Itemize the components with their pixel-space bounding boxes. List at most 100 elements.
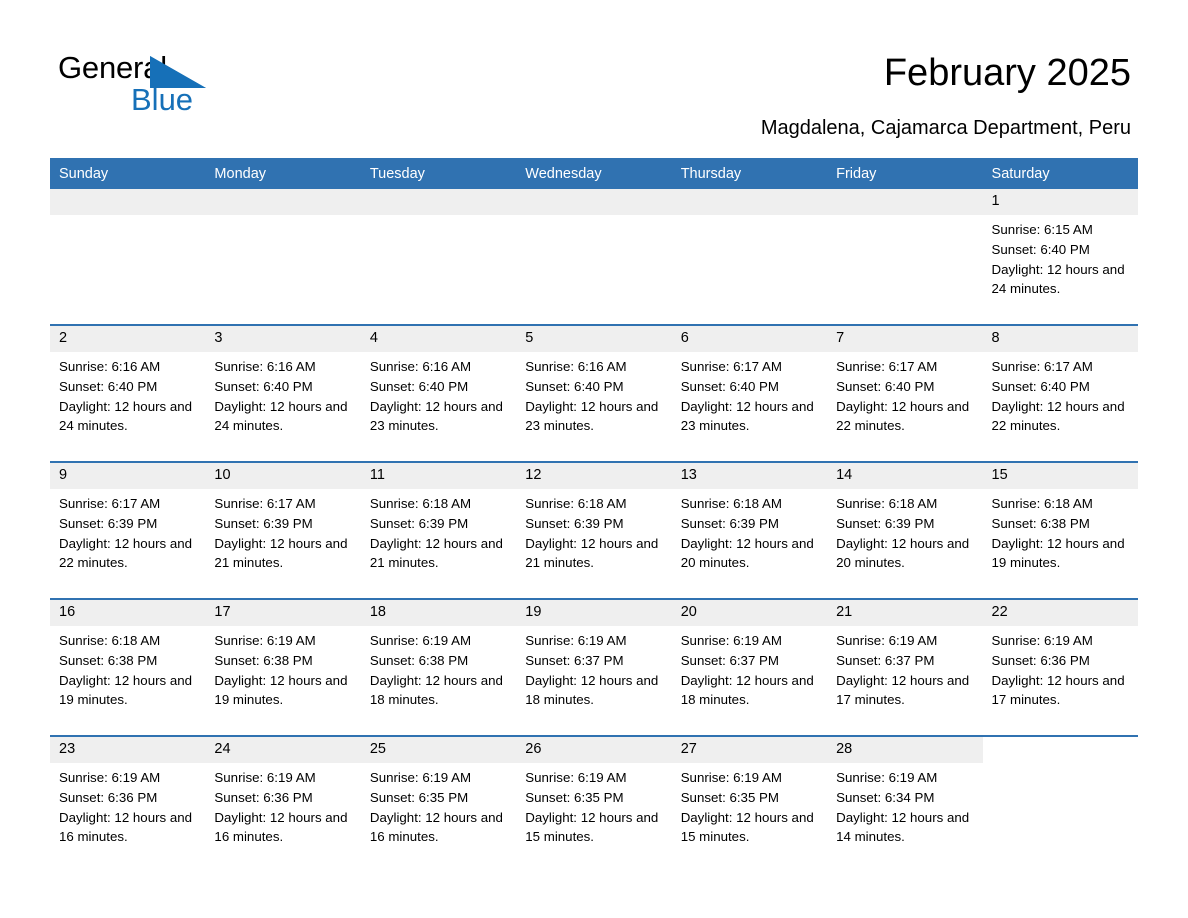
calendar-day-cell[interactable]: 22 Sunrise: 6:19 AM Sunset: 6:36 PM Dayligh…	[982, 598, 1138, 736]
calendar-day-cell[interactable]: 6 Sunrise: 6:17 AM Sunset: 6:40 PM Daylight…	[671, 324, 828, 462]
day-number: 10	[205, 463, 361, 489]
calendar-day-cell[interactable]: 10 Sunrise: 6:17 AM Sunset: 6:39 PM Dayligh…	[205, 461, 361, 599]
day-info: Sunrise: 6:19 AM Sunset: 6:38 PM Daylight:…	[205, 626, 360, 710]
sunrise-text: Sunrise: 6:16 AM	[59, 359, 161, 374]
general-blue-logo[interactable]: General Blue	[58, 50, 308, 130]
calendar-day-cell[interactable]: 18 Sunrise: 6:19 AM Sunset: 6:38 PM Dayligh…	[360, 598, 517, 736]
calendar-day-cell[interactable]: 28 Sunrise: 6:19 AM Sunset: 6:34 PM Dayligh…	[827, 735, 983, 872]
sunrise-text: Sunrise: 6:19 AM	[991, 633, 1093, 648]
sunrise-text: Sunrise: 6:19 AM	[59, 770, 161, 785]
calendar-day-cell[interactable]: 8 Sunrise: 6:17 AM Sunset: 6:40 PM Daylight…	[982, 324, 1138, 462]
sunrise-text: Sunrise: 6:17 AM	[991, 359, 1093, 374]
calendar-day-cell[interactable]: 15 Sunrise: 6:18 AM Sunset: 6:38 PM Dayligh…	[982, 461, 1138, 599]
calendar-body: 1 Sunrise: 6:15 AM Sunset: 6:40 PM Daylight…	[50, 189, 1138, 872]
day-info: Sunrise: 6:16 AM Sunset: 6:40 PM Daylight:…	[516, 352, 671, 436]
calendar-day-cell[interactable]: 14 Sunrise: 6:18 AM Sunset: 6:39 PM Dayligh…	[827, 461, 983, 599]
calendar-day-cell[interactable]: 23 Sunrise: 6:19 AM Sunset: 6:36 PM Dayligh…	[50, 735, 206, 872]
sunrise-text: Sunrise: 6:19 AM	[214, 633, 316, 648]
page-subtitle: Magdalena, Cajamarca Department, Peru	[760, 117, 1131, 139]
daylight-text: Daylight: 12 hours and 22 minutes.	[991, 398, 1125, 434]
calendar-day-cell[interactable]: 21 Sunrise: 6:19 AM Sunset: 6:37 PM Dayligh…	[827, 598, 983, 736]
sunset-text: Sunset: 6:39 PM	[369, 515, 469, 531]
sunrise-text: Sunrise: 6:18 AM	[991, 496, 1093, 511]
calendar-day-cell[interactable]: 11 Sunrise: 6:18 AM Sunset: 6:39 PM Dayligh…	[360, 461, 517, 599]
calendar-day-cell[interactable]: 1 Sunrise: 6:15 AM Sunset: 6:40 PM Daylight…	[982, 189, 1138, 325]
daylight-text: Daylight: 12 hours and 16 minutes.	[59, 809, 193, 845]
calendar-day-cell[interactable]: 2 Sunrise: 6:16 AM Sunset: 6:40 PM Daylight…	[50, 324, 206, 462]
weekday-header-tuesday: Tuesday	[360, 158, 517, 189]
day-number: 16	[50, 600, 206, 626]
day-info: Sunrise: 6:18 AM Sunset: 6:39 PM Daylight:…	[672, 489, 827, 573]
calendar-container: Sunday Monday Tuesday Wednesday Thursday Frid…	[50, 158, 1138, 872]
calendar-day-cell[interactable]: 20 Sunrise: 6:19 AM Sunset: 6:37 PM Dayligh…	[671, 598, 828, 736]
day-number: 17	[205, 600, 361, 626]
sunset-text: Sunset: 6:40 PM	[214, 378, 313, 394]
sunset-text: Sunset: 6:36 PM	[214, 789, 313, 805]
day-number: 1	[982, 189, 1138, 215]
daylight-text: Daylight: 12 hours and 20 minutes.	[680, 535, 814, 571]
calendar-week-row: 9 Sunrise: 6:17 AM Sunset: 6:39 PM Daylight…	[50, 461, 1138, 599]
calendar-day-cell[interactable]: 9 Sunrise: 6:17 AM Sunset: 6:39 PM Daylight…	[50, 461, 206, 599]
sunset-text: Sunset: 6:38 PM	[369, 652, 469, 668]
sunset-text: Sunset: 6:40 PM	[680, 378, 779, 394]
day-number: 22	[982, 600, 1138, 626]
daylight-text: Daylight: 12 hours and 23 minutes.	[369, 398, 503, 434]
calendar-empty-cell	[516, 189, 672, 325]
calendar-day-cell[interactable]: 16 Sunrise: 6:18 AM Sunset: 6:38 PM Dayligh…	[50, 598, 206, 736]
calendar-empty-cell	[671, 189, 828, 325]
calendar-day-cell[interactable]: 27 Sunrise: 6:19 AM Sunset: 6:35 PM Dayligh…	[671, 735, 828, 872]
calendar-day-cell[interactable]: 17 Sunrise: 6:19 AM Sunset: 6:38 PM Dayligh…	[205, 598, 361, 736]
sunrise-text: Sunrise: 6:19 AM	[214, 770, 316, 785]
calendar-table: Sunday Monday Tuesday Wednesday Thursday Frid…	[50, 158, 1138, 872]
calendar-day-cell[interactable]: 4 Sunrise: 6:16 AM Sunset: 6:40 PM Daylight…	[360, 324, 517, 462]
calendar-day-cell[interactable]: 13 Sunrise: 6:18 AM Sunset: 6:39 PM Dayligh…	[671, 461, 828, 599]
calendar-day-cell[interactable]: 25 Sunrise: 6:19 AM Sunset: 6:35 PM Dayligh…	[360, 735, 517, 872]
calendar-day-cell[interactable]: 3 Sunrise: 6:16 AM Sunset: 6:40 PM Daylight…	[205, 324, 361, 462]
daylight-text: Daylight: 12 hours and 21 minutes.	[369, 535, 503, 571]
daylight-text: Daylight: 12 hours and 21 minutes.	[214, 535, 348, 571]
daylight-text: Daylight: 12 hours and 24 minutes.	[991, 261, 1125, 297]
daylight-text: Daylight: 12 hours and 23 minutes.	[525, 398, 659, 434]
day-number-placeholder	[205, 189, 361, 215]
calendar-empty-cell	[360, 189, 517, 325]
calendar-week-row: 23 Sunrise: 6:19 AM Sunset: 6:36 PM Dayligh…	[50, 735, 1138, 872]
weekday-header-thursday: Thursday	[671, 158, 828, 189]
day-number: 14	[827, 463, 983, 489]
day-info: Sunrise: 6:15 AM Sunset: 6:40 PM Daylight:…	[983, 215, 1138, 299]
day-info: Sunrise: 6:19 AM Sunset: 6:35 PM Daylight:…	[672, 763, 827, 847]
calendar-day-cell[interactable]: 12 Sunrise: 6:18 AM Sunset: 6:39 PM Dayligh…	[516, 461, 672, 599]
daylight-text: Daylight: 12 hours and 18 minutes.	[369, 672, 503, 708]
day-number: 5	[516, 326, 672, 352]
sunrise-text: Sunrise: 6:18 AM	[836, 496, 938, 511]
day-number: 18	[360, 600, 517, 626]
calendar-header-row: Sunday Monday Tuesday Wednesday Thursday Frid…	[50, 158, 1138, 189]
day-number: 3	[205, 326, 361, 352]
calendar-day-cell[interactable]: 19 Sunrise: 6:19 AM Sunset: 6:37 PM Dayligh…	[516, 598, 672, 736]
day-number-placeholder	[50, 189, 206, 215]
day-info: Sunrise: 6:19 AM Sunset: 6:36 PM Daylight:…	[983, 626, 1138, 710]
calendar-day-cell[interactable]: 26 Sunrise: 6:19 AM Sunset: 6:35 PM Dayligh…	[516, 735, 672, 872]
calendar-day-cell[interactable]: 7 Sunrise: 6:17 AM Sunset: 6:40 PM Daylight…	[827, 324, 983, 462]
calendar-day-cell[interactable]: 24 Sunrise: 6:19 AM Sunset: 6:36 PM Dayligh…	[205, 735, 361, 872]
calendar-week-row: 1 Sunrise: 6:15 AM Sunset: 6:40 PM Daylight…	[50, 189, 1138, 325]
sunrise-text: Sunrise: 6:19 AM	[836, 633, 938, 648]
sunrise-text: Sunrise: 6:18 AM	[680, 496, 782, 511]
sunset-text: Sunset: 6:40 PM	[369, 378, 469, 394]
sunrise-text: Sunrise: 6:19 AM	[369, 770, 472, 785]
day-number: 27	[671, 737, 828, 763]
day-info: Sunrise: 6:17 AM Sunset: 6:40 PM Daylight:…	[983, 352, 1138, 436]
day-info: Sunrise: 6:19 AM Sunset: 6:34 PM Daylight:…	[827, 763, 982, 847]
daylight-text: Daylight: 12 hours and 19 minutes.	[59, 672, 193, 708]
daylight-text: Daylight: 12 hours and 16 minutes.	[369, 809, 503, 845]
day-number: 7	[827, 326, 983, 352]
day-info: Sunrise: 6:18 AM Sunset: 6:39 PM Daylight:…	[361, 489, 516, 573]
day-info: Sunrise: 6:18 AM Sunset: 6:38 PM Daylight:…	[50, 626, 205, 710]
sunset-text: Sunset: 6:37 PM	[836, 652, 935, 668]
sunrise-text: Sunrise: 6:17 AM	[214, 496, 316, 511]
day-number: 20	[671, 600, 828, 626]
sunset-text: Sunset: 6:38 PM	[214, 652, 313, 668]
daylight-text: Daylight: 12 hours and 14 minutes.	[836, 809, 970, 845]
calendar-day-cell[interactable]: 5 Sunrise: 6:16 AM Sunset: 6:40 PM Daylight…	[516, 324, 672, 462]
day-number: 12	[516, 463, 672, 489]
sunset-text: Sunset: 6:40 PM	[525, 378, 624, 394]
